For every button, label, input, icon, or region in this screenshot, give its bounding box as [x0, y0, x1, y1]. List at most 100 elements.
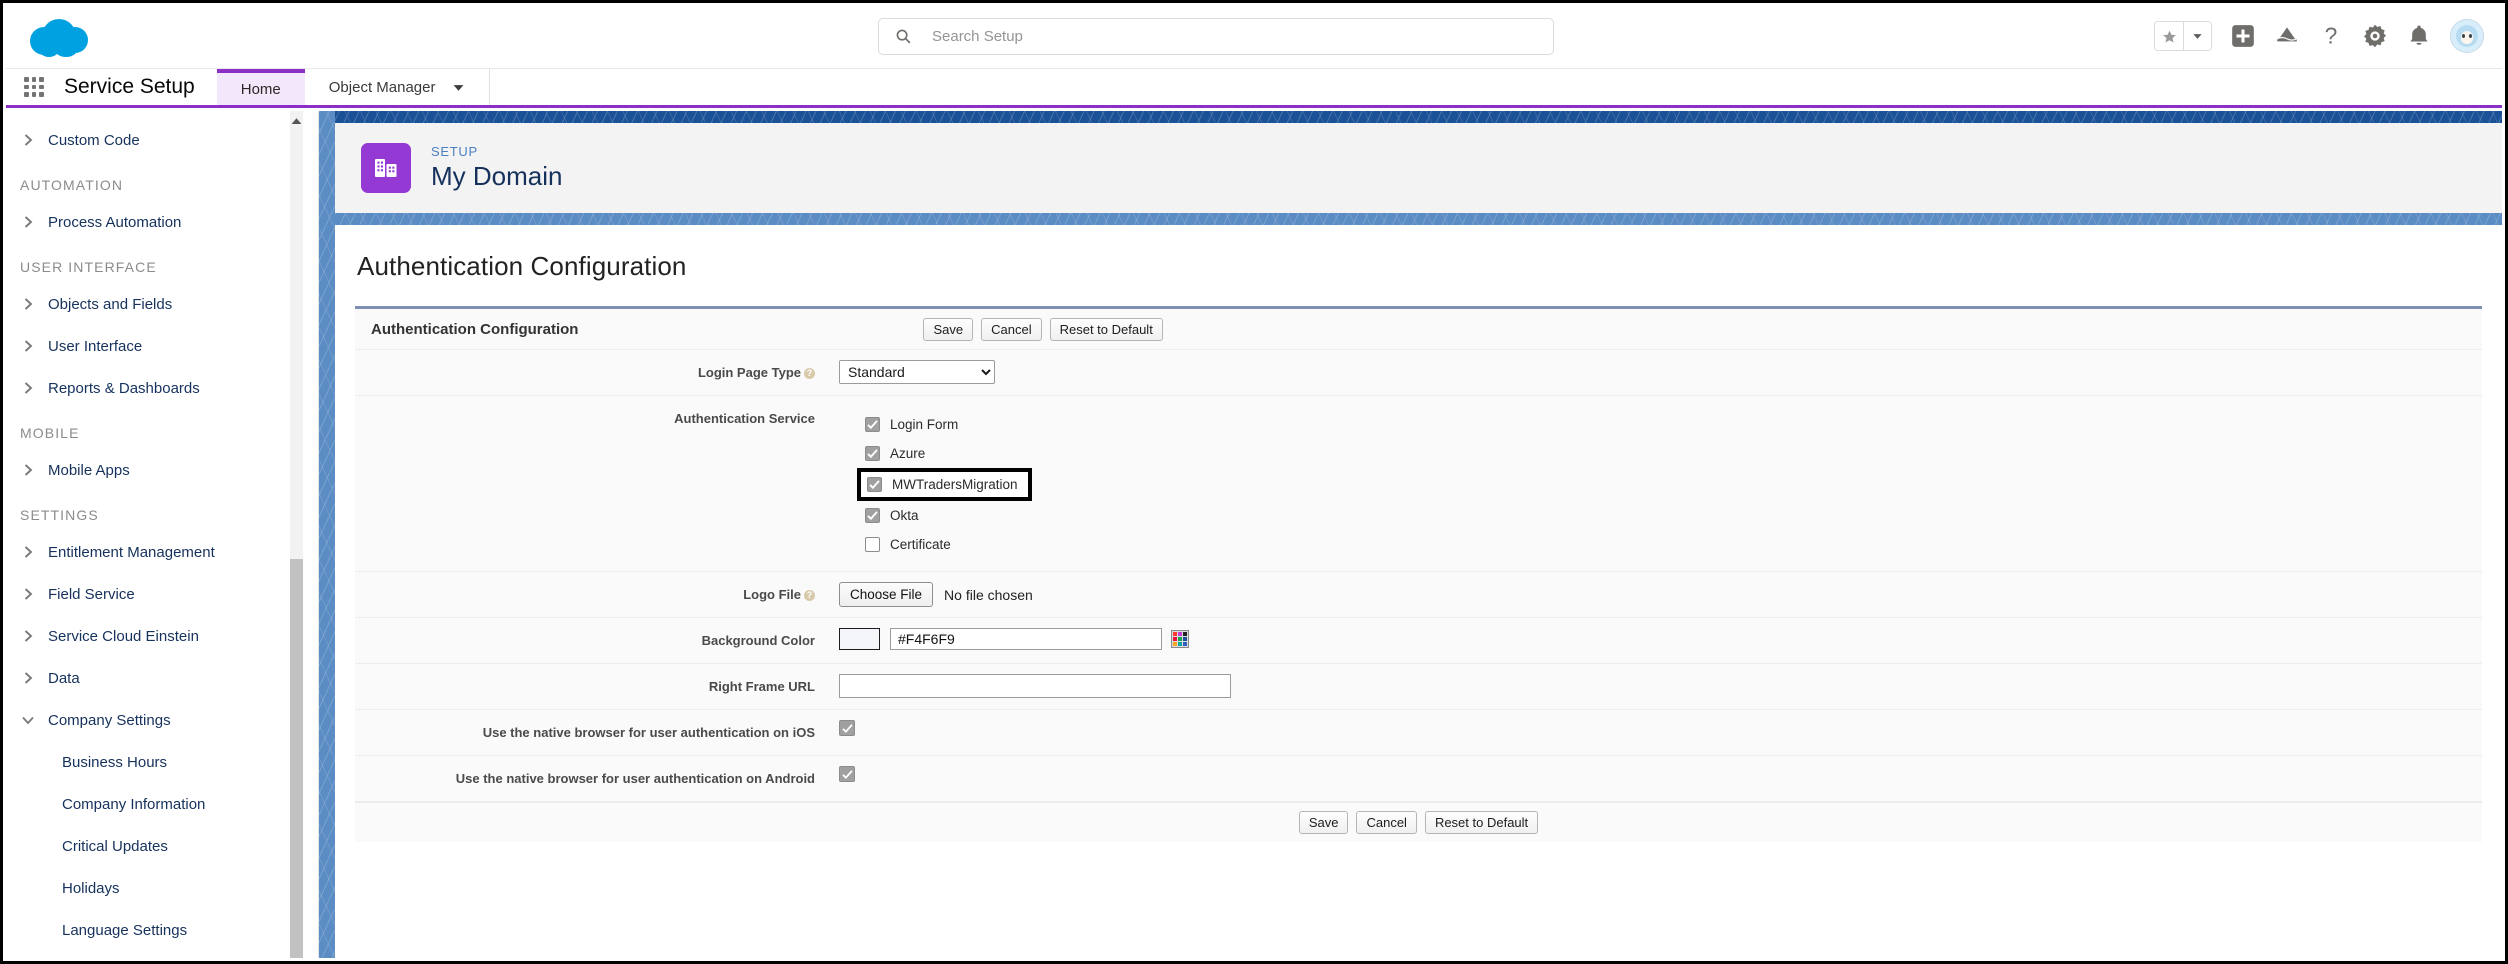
favorites-control[interactable]	[2154, 21, 2212, 51]
cancel-button-footer[interactable]: Cancel	[1356, 811, 1417, 834]
checkbox-azure[interactable]	[865, 446, 880, 461]
tab-home[interactable]: Home	[216, 69, 305, 105]
tab-home-label: Home	[240, 80, 281, 98]
sidebar-item-label: Entitlement Management	[48, 543, 215, 561]
check-icon	[867, 420, 878, 430]
checkbox-label-mwtradersmigration: MWTradersMigration	[892, 477, 1018, 492]
checkbox-okta[interactable]	[865, 508, 880, 523]
reset-to-default-button[interactable]: Reset to Default	[1049, 317, 1163, 341]
choose-file-button[interactable]: Choose File	[839, 582, 934, 607]
background-color-input[interactable]	[890, 628, 1162, 650]
header-icon-group: ?	[2154, 14, 2484, 58]
chevron-down-icon	[453, 84, 463, 91]
card-footer-button-row: Save Cancel Reset to Default	[1298, 811, 1539, 834]
authentication-service-checkbox-list: Login Form Azure MWTradersMigration Okta Cer…	[839, 406, 2482, 561]
cancel-button[interactable]: Cancel	[981, 317, 1042, 341]
checkbox-label-okta: Okta	[890, 508, 919, 523]
sidebar-item-label: Data	[48, 669, 80, 687]
checkbox-label-login-form: Login Form	[890, 417, 959, 432]
auth-service-option-mwtradersmigration[interactable]: MWTradersMigration	[857, 468, 1032, 501]
sidebar-subitem-company-information[interactable]: Company Information	[6, 783, 318, 825]
sidebar-item-reports-dashboards[interactable]: Reports & Dashboards	[6, 367, 318, 409]
chevron-right-icon	[24, 588, 33, 600]
sidebar-section-automation: AUTOMATION	[20, 177, 124, 193]
sidebar-subitem-business-hours[interactable]: Business Hours	[6, 741, 318, 783]
sidebar-item-company-settings[interactable]: Company Settings	[6, 699, 318, 741]
native-browser-android-value	[825, 756, 2482, 792]
favorites-caret-icon[interactable]	[2183, 22, 2211, 50]
sidebar-item-user-interface[interactable]: User Interface	[6, 325, 318, 367]
help-icon[interactable]: ?	[2318, 23, 2344, 49]
chevron-right-icon	[24, 630, 33, 642]
global-search-box[interactable]	[878, 18, 1554, 55]
help-tooltip-icon[interactable]: ?	[804, 590, 815, 601]
login-page-type-value: Standard Custom	[825, 350, 2482, 394]
service-cloud-icon[interactable]	[2274, 23, 2300, 49]
sidebar-section-settings: SETTINGS	[20, 507, 99, 523]
sidebar-item-service-cloud-einstein[interactable]: Service Cloud Einstein	[6, 615, 318, 657]
checkbox-login-form[interactable]	[865, 417, 880, 432]
user-avatar[interactable]	[2450, 19, 2484, 53]
body-area: Custom Code AUTOMATION Process Automation U…	[6, 111, 2502, 958]
right-frame-url-input[interactable]	[839, 674, 1231, 698]
favorites-star-icon[interactable]	[2155, 22, 2183, 50]
auth-service-option-certificate[interactable]: Certificate	[865, 530, 2482, 559]
sidebar-item-custom-code[interactable]: Custom Code	[6, 119, 318, 161]
check-icon	[869, 480, 880, 490]
save-button-footer[interactable]: Save	[1298, 811, 1349, 834]
company-building-icon	[361, 143, 411, 193]
scroll-up-icon[interactable]	[288, 113, 305, 130]
search-input[interactable]	[930, 27, 1490, 46]
native-browser-android-checkbox[interactable]	[839, 766, 855, 782]
color-palette-icon[interactable]	[1171, 630, 1189, 648]
checkbox-mwtradersmigration[interactable]	[867, 477, 882, 492]
checkbox-certificate[interactable]	[865, 537, 880, 552]
sidebar-item-process-automation[interactable]: Process Automation	[6, 201, 318, 243]
app-launcher-waffle-icon[interactable]	[6, 69, 62, 105]
sidebar-subitem-label: Language Settings	[62, 921, 188, 939]
login-page-type-select[interactable]: Standard Custom	[839, 360, 995, 384]
chevron-right-icon	[24, 672, 33, 684]
save-button[interactable]: Save	[923, 317, 974, 341]
form-body: Login Page Type? Standard Custom	[355, 350, 2482, 802]
native-browser-ios-checkbox[interactable]	[839, 720, 855, 736]
help-tooltip-icon[interactable]: ?	[804, 368, 815, 379]
auth-service-option-azure[interactable]: Azure	[865, 439, 2482, 468]
notifications-bell-icon[interactable]	[2406, 23, 2432, 49]
auth-service-option-login-form[interactable]: Login Form	[865, 410, 2482, 439]
sidebar-subitem-language-settings[interactable]: Language Settings	[6, 909, 318, 951]
auth-service-option-okta[interactable]: Okta	[865, 501, 2482, 530]
login-page-type-label: Login Page Type?	[355, 350, 825, 395]
left-rail-strip	[319, 111, 335, 958]
sidebar-item-objects-and-fields[interactable]: Objects and Fields	[6, 283, 318, 325]
sidebar-item-data[interactable]: Data	[6, 657, 318, 699]
section-heading: Authentication Configuration	[357, 251, 687, 281]
authentication-service-value: Login Form Azure MWTradersMigration Okta Cer…	[825, 396, 2482, 571]
sidebar-item-label: Objects and Fields	[48, 295, 173, 313]
sidebar-item-label: Process Automation	[48, 213, 182, 231]
logo-file-value: Choose File No file chosen	[825, 572, 2482, 617]
background-color-swatch[interactable]	[839, 628, 880, 650]
sidebar-subitem-holidays[interactable]: Holidays	[6, 867, 318, 909]
setup-gear-icon[interactable]	[2362, 23, 2388, 49]
sidebar-item-label: Company Settings	[48, 711, 171, 729]
auth-config-card: Authentication Configuration Save Cancel…	[355, 306, 2482, 842]
sidebar-subitem-critical-updates[interactable]: Critical Updates	[6, 825, 318, 867]
logo-file-label: Logo File?	[355, 572, 825, 617]
check-icon	[867, 511, 878, 521]
card-header-title: Authentication Configuration	[371, 320, 579, 338]
salesforce-cloud-logo[interactable]	[28, 17, 90, 57]
sidebar-scrollbar-thumb[interactable]	[290, 559, 303, 958]
add-favorite-icon[interactable]	[2230, 23, 2256, 49]
native-browser-android-label: Use the native browser for user authenti…	[455, 771, 815, 786]
band-pattern	[335, 213, 2502, 225]
sidebar-item-field-service[interactable]: Field Service	[6, 573, 318, 615]
checkbox-label-certificate: Certificate	[890, 537, 951, 552]
login-page-type-label-text: Login Page Type	[697, 365, 801, 380]
sidebar-item-mobile-apps[interactable]: Mobile Apps	[6, 449, 318, 491]
chevron-right-icon	[24, 340, 33, 352]
reset-to-default-button-footer[interactable]: Reset to Default	[1424, 811, 1539, 834]
row-native-browser-android: Use the native browser for user authenti…	[355, 756, 2482, 802]
tab-object-manager[interactable]: Object Manager	[305, 69, 490, 105]
sidebar-item-entitlement-management[interactable]: Entitlement Management	[6, 531, 318, 573]
